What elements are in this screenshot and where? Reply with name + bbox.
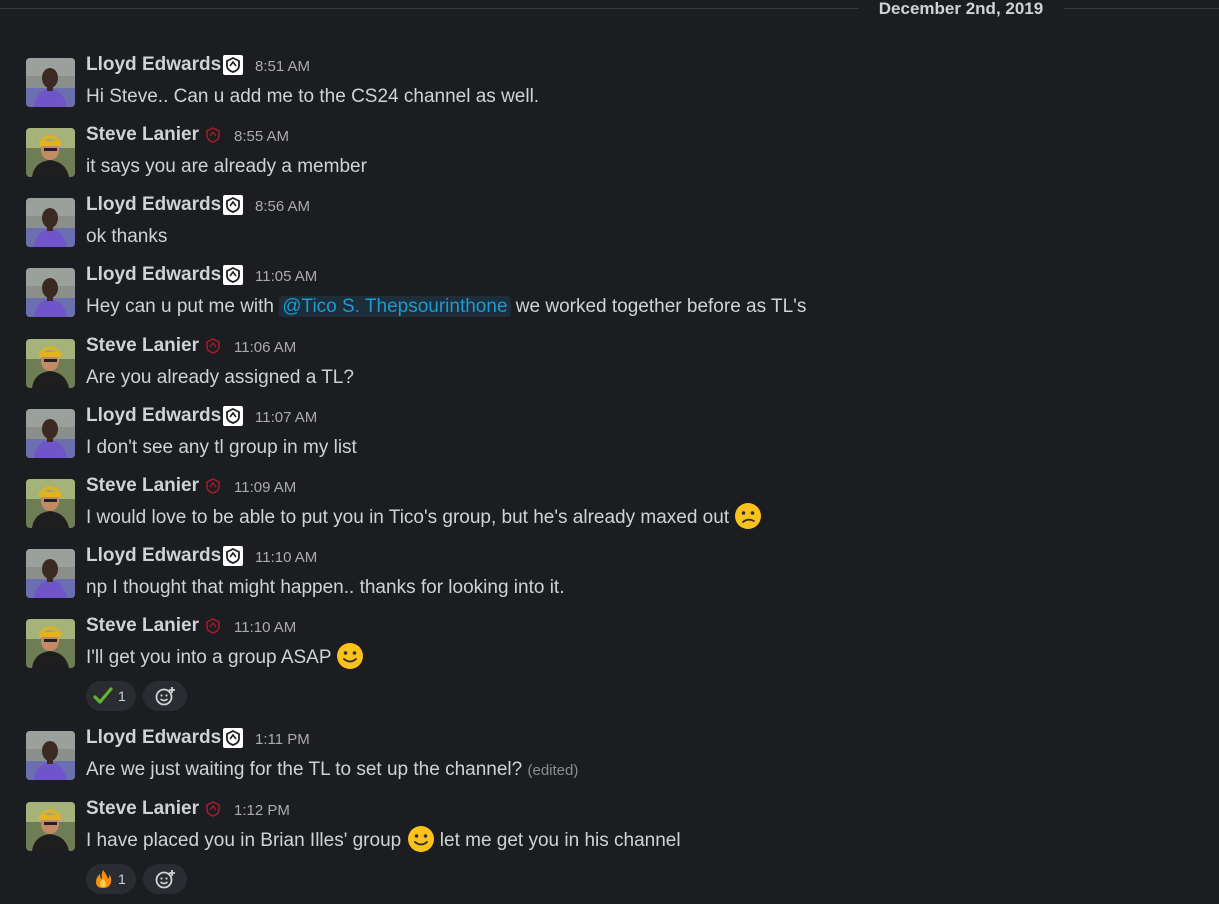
avatar-lloyd-edwards[interactable] bbox=[26, 58, 75, 107]
message-text: Hi Steve.. Can u add me to the CS24 chan… bbox=[86, 86, 540, 107]
avatar-lloyd-edwards[interactable] bbox=[26, 268, 75, 317]
add-reaction-button[interactable] bbox=[143, 681, 187, 711]
author-name[interactable]: Steve Lanier bbox=[86, 475, 199, 497]
fire-icon bbox=[93, 869, 113, 889]
add-reaction-icon bbox=[155, 686, 177, 706]
reaction-count: 1 bbox=[118, 871, 126, 887]
message-text: I'll get you into a group ASAP bbox=[86, 646, 364, 670]
shield-icon bbox=[203, 125, 223, 145]
shield-icon bbox=[223, 55, 243, 75]
message-text-body: Are we just waiting for the TL to set up… bbox=[86, 759, 523, 780]
author-name[interactable]: Lloyd Edwards bbox=[86, 264, 221, 286]
avatar-steve-lanier[interactable] bbox=[26, 802, 75, 851]
author-name[interactable]: Steve Lanier bbox=[86, 798, 199, 820]
avatar-lloyd-edwards[interactable] bbox=[26, 731, 75, 780]
user-mention[interactable]: @Tico S. Thepsourinthone bbox=[279, 296, 511, 317]
shield-icon bbox=[203, 336, 223, 356]
message-text: I would love to be able to put you in Ti… bbox=[86, 506, 762, 530]
shield-icon bbox=[203, 476, 223, 496]
reaction-white-check-mark[interactable]: 1 bbox=[86, 681, 136, 711]
timestamp[interactable]: 1:12 PM bbox=[234, 802, 290, 820]
shield-icon bbox=[223, 265, 243, 285]
message-text: I have placed you in Brian Illes' group … bbox=[86, 829, 681, 853]
add-reaction-icon bbox=[155, 869, 177, 889]
timestamp[interactable]: 11:10 AM bbox=[255, 549, 317, 567]
timestamp[interactable]: 8:56 AM bbox=[255, 198, 310, 216]
timestamp[interactable]: 11:10 AM bbox=[234, 619, 296, 637]
message-text: it says you are already a member bbox=[86, 156, 367, 177]
message-text: I don't see any tl group in my list bbox=[86, 437, 357, 458]
reaction-fire[interactable]: 1 bbox=[86, 864, 136, 894]
shield-icon bbox=[203, 616, 223, 636]
message-text-body: I would love to be able to put you in Ti… bbox=[86, 507, 730, 529]
author-name[interactable]: Lloyd Edwards bbox=[86, 545, 221, 567]
shield-icon bbox=[223, 195, 243, 215]
timestamp[interactable]: 11:07 AM bbox=[255, 409, 317, 427]
author-name[interactable]: Lloyd Edwards bbox=[86, 194, 221, 216]
author-name[interactable]: Steve Lanier bbox=[86, 124, 199, 146]
message-text: Are you already assigned a TL? bbox=[86, 367, 354, 388]
avatar-steve-lanier[interactable] bbox=[26, 339, 75, 388]
author-name[interactable]: Lloyd Edwards bbox=[86, 405, 221, 427]
avatar-steve-lanier[interactable] bbox=[26, 619, 75, 668]
timestamp[interactable]: 11:06 AM bbox=[234, 339, 296, 357]
message-text: np I thought that might happen.. thanks … bbox=[86, 577, 565, 598]
timestamp[interactable]: 1:11 PM bbox=[255, 731, 310, 749]
shield-icon bbox=[223, 546, 243, 566]
timestamp[interactable]: 11:05 AM bbox=[255, 268, 317, 286]
message-text-after: we worked together before as TL's bbox=[510, 296, 807, 317]
confused-face-icon bbox=[734, 502, 762, 530]
author-name[interactable]: Lloyd Edwards bbox=[86, 54, 221, 76]
avatar-lloyd-edwards[interactable] bbox=[26, 409, 75, 458]
reaction-count: 1 bbox=[118, 688, 126, 704]
message-text: ok thanks bbox=[86, 226, 168, 247]
timestamp[interactable]: 8:51 AM bbox=[255, 58, 310, 76]
message-text-after: let me get you in his channel bbox=[434, 830, 681, 852]
message-text-body: I'll get you into a group ASAP bbox=[86, 647, 332, 669]
author-name[interactable]: Lloyd Edwards bbox=[86, 727, 221, 749]
avatar-steve-lanier[interactable] bbox=[26, 479, 75, 528]
timestamp[interactable]: 11:09 AM bbox=[234, 479, 296, 497]
white-check-mark-icon bbox=[93, 686, 113, 706]
message-text-before: I have placed you in Brian Illes' group bbox=[86, 830, 407, 852]
author-name[interactable]: Steve Lanier bbox=[86, 615, 199, 637]
shield-icon bbox=[223, 728, 243, 748]
slightly-smiling-face-icon bbox=[336, 642, 364, 670]
message-text: Hey can u put me with @Tico S. Thepsouri… bbox=[86, 295, 806, 319]
author-name[interactable]: Steve Lanier bbox=[86, 335, 199, 357]
shield-icon bbox=[223, 406, 243, 426]
message-text-before: Hey can u put me with bbox=[86, 296, 280, 317]
avatar-steve-lanier[interactable] bbox=[26, 128, 75, 177]
slightly-smiling-face-icon bbox=[407, 825, 435, 853]
edited-label: (edited) bbox=[527, 762, 579, 779]
timestamp[interactable]: 8:55 AM bbox=[234, 128, 289, 146]
message-text: Are we just waiting for the TL to set up… bbox=[86, 758, 578, 783]
avatar-lloyd-edwards[interactable] bbox=[26, 549, 75, 598]
avatar-lloyd-edwards[interactable] bbox=[26, 198, 75, 247]
add-reaction-button[interactable] bbox=[143, 864, 187, 894]
date-divider[interactable]: December 2nd, 2019 bbox=[858, 0, 1064, 22]
shield-icon bbox=[203, 799, 223, 819]
